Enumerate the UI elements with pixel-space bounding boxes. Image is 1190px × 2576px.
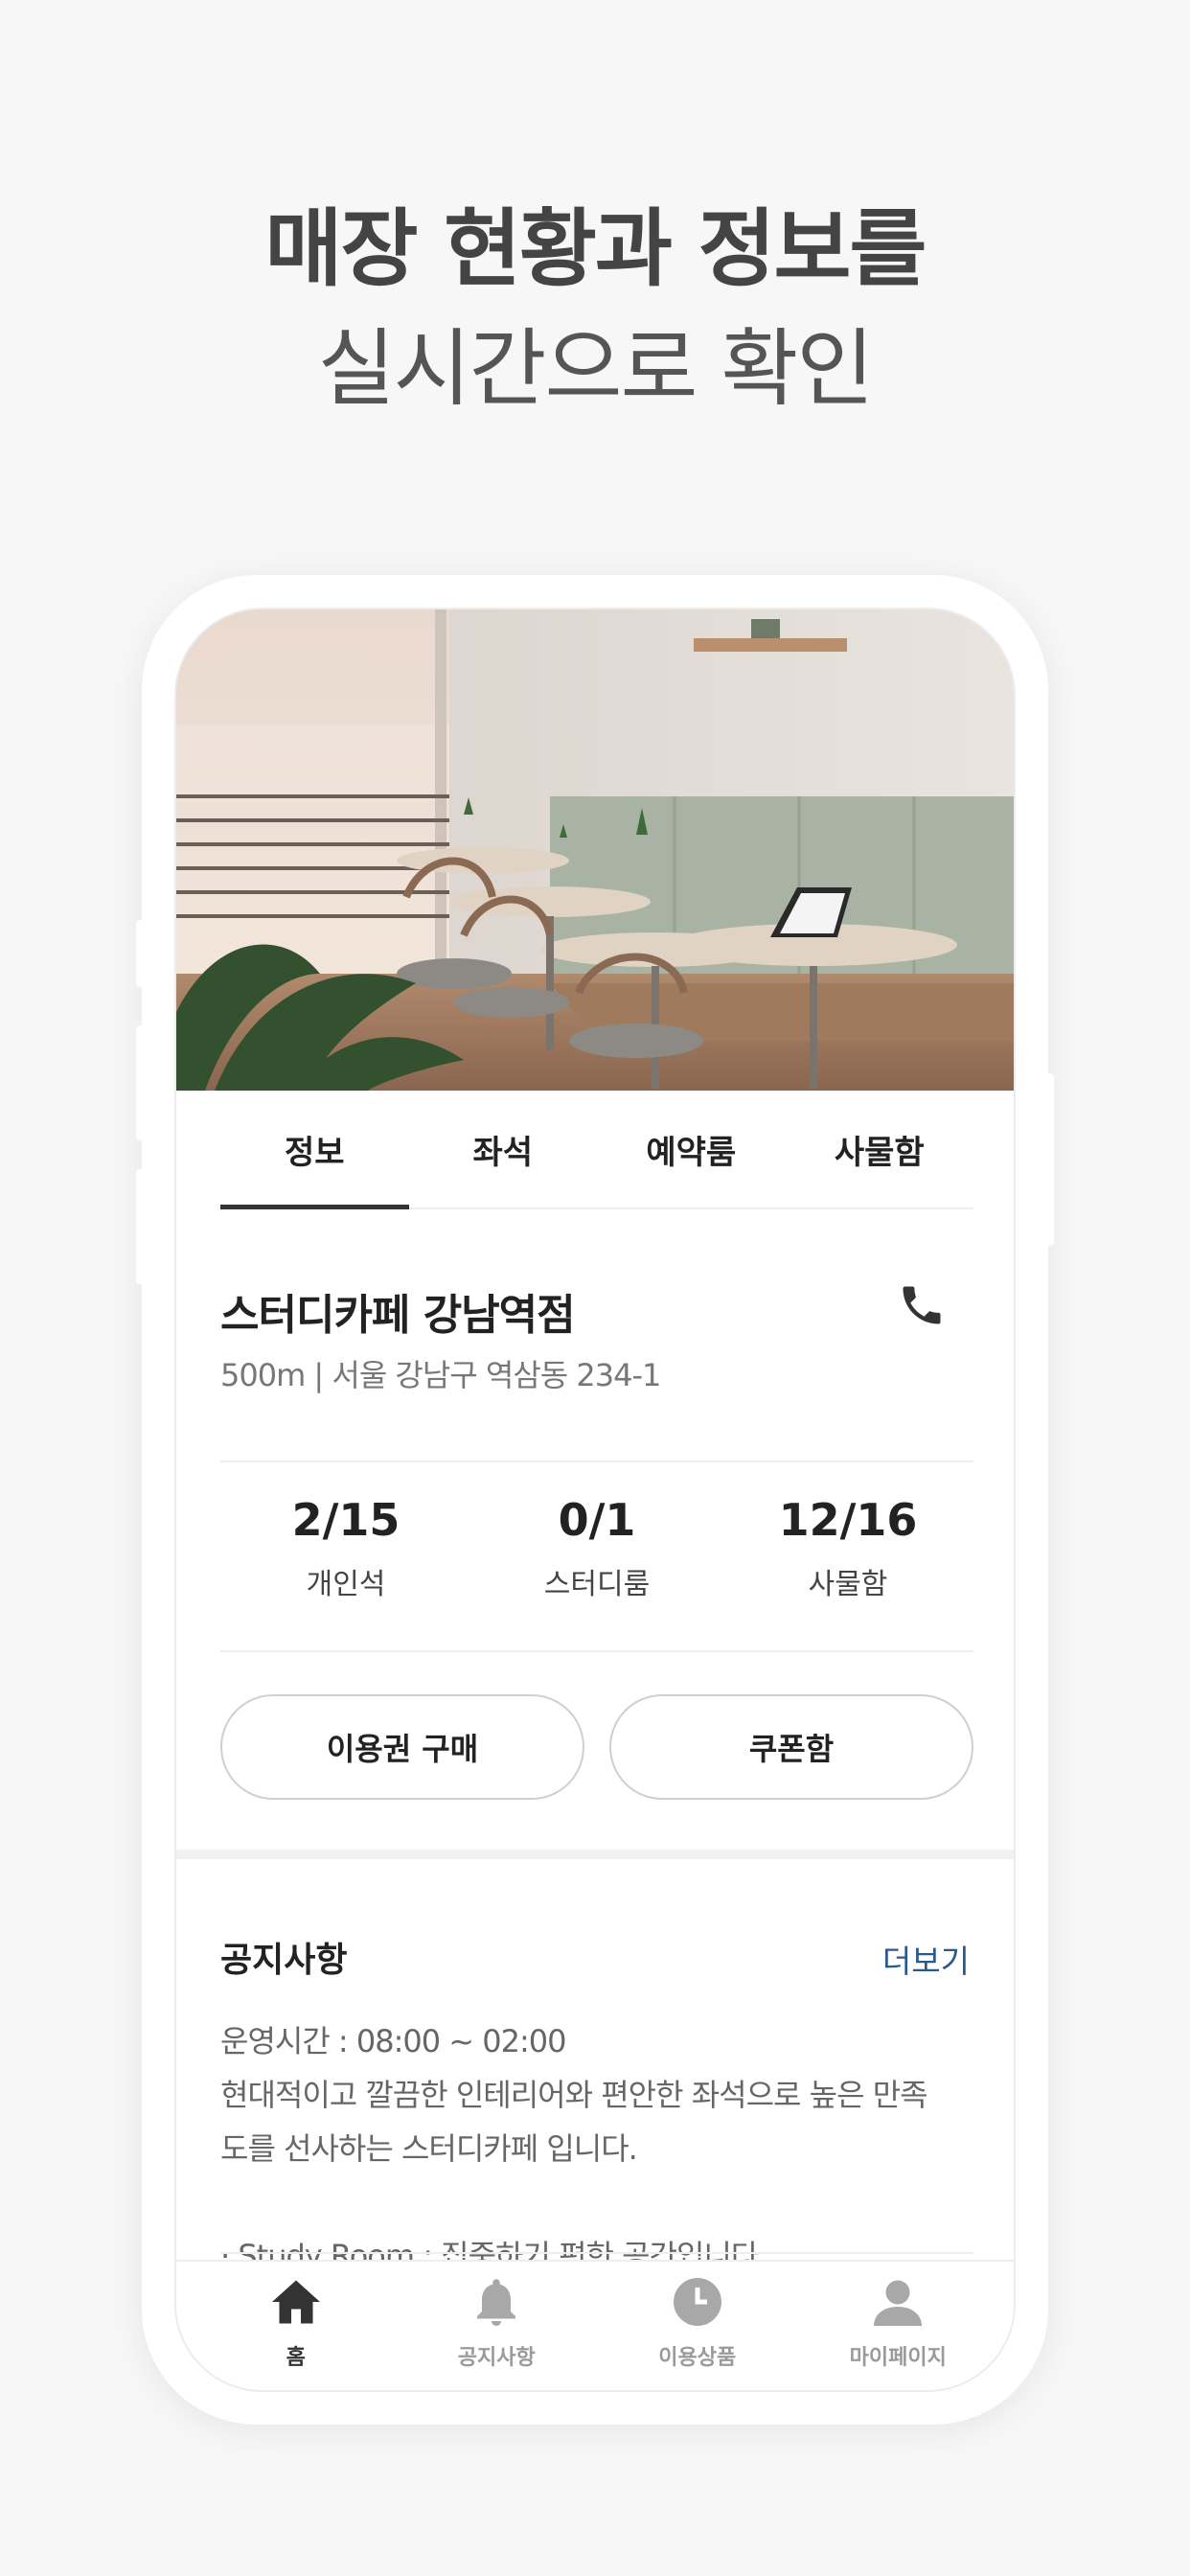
store-name: 스터디카페 강남역점 (220, 1291, 576, 1340)
phone-side-button (136, 920, 144, 987)
clock-icon (673, 2278, 721, 2326)
phone-side-button (1046, 1073, 1054, 1246)
phone-icon[interactable] (897, 1280, 947, 1330)
stat-study-room: 0/1 스터디룸 (471, 1491, 722, 1602)
phone-side-button (136, 1169, 144, 1284)
nav-label: 이용상품 (658, 2346, 737, 2370)
nav-label: 공지사항 (457, 2346, 536, 2370)
home-icon (271, 2280, 320, 2324)
nav-mypage[interactable]: 마이페이지 (798, 2262, 999, 2382)
bottom-navigation: 홈 공지사항 이용상품 마이페이지 (176, 2260, 1014, 2390)
tab-reservation-room[interactable]: 예약룸 (597, 1091, 786, 1208)
tab-info[interactable]: 정보 (220, 1091, 409, 1209)
notice-more-link[interactable]: 더보기 (882, 1936, 970, 1982)
nav-label: 홈 (286, 2346, 306, 2370)
store-address: 500m | 서울 강남구 역삼동 234-1 (220, 1357, 661, 1393)
stat-label: 개인석 (306, 1568, 386, 1601)
app-screen: 정보 좌석 예약룸 사물함 스터디카페 강남역점 500m | 서울 강남구 역… (174, 608, 1016, 2392)
notice-line: 운영시간 : 08:00 ~ 02:00 (220, 2023, 566, 2059)
store-hero-image (176, 610, 1014, 1091)
section-separator (176, 1850, 1014, 1859)
availability-stats: 2/15 개인석 0/1 스터디룸 12/16 사물함 (220, 1491, 973, 1602)
phone-mockup: 정보 좌석 예약룸 사물함 스터디카페 강남역점 500m | 서울 강남구 역… (136, 575, 1054, 2425)
notice-line: 도를 선사하는 스터디카페 입니다. (220, 2130, 638, 2167)
nav-label: 마이페이지 (849, 2346, 947, 2370)
notice-body: 운영시간 : 08:00 ~ 02:00 현대적이고 깔끔한 인테리어와 편안한… (220, 2014, 973, 2283)
nav-notice[interactable]: 공지사항 (397, 2262, 598, 2382)
tab-locker[interactable]: 사물함 (786, 1091, 974, 1208)
stat-value: 2/15 (291, 1494, 400, 1546)
tab-seats[interactable]: 좌석 (409, 1091, 598, 1208)
headline-line-2: 실시간으로 확인 (317, 319, 875, 418)
stat-label: 스터디룸 (543, 1568, 651, 1601)
user-icon (874, 2280, 923, 2326)
stat-value: 0/1 (558, 1494, 636, 1546)
notice-line: 현대적이고 깔끔한 인테리어와 편안한 좌석으로 높은 만족 (220, 2077, 928, 2113)
nav-home[interactable]: 홈 (195, 2262, 397, 2382)
nav-products[interactable]: 이용상품 (597, 2262, 798, 2382)
headline: 매장 현황과 정보를 실시간으로 확인 (0, 192, 1190, 431)
store-tabs: 정보 좌석 예약룸 사물함 (220, 1091, 973, 1209)
notice-line-blank (220, 2175, 973, 2229)
divider (220, 2252, 973, 2254)
divider (220, 1460, 973, 1462)
headline-line-1: 매장 현황과 정보를 (264, 199, 927, 298)
bell-icon (477, 2279, 516, 2326)
action-buttons: 이용권 구매 쿠폰함 (220, 1694, 973, 1800)
divider (220, 1650, 973, 1652)
coupon-button[interactable]: 쿠폰함 (609, 1694, 973, 1800)
phone-side-button (136, 1025, 144, 1140)
stat-locker: 12/16 사물함 (722, 1491, 973, 1602)
notice-title: 공지사항 (220, 1941, 348, 1980)
stat-value: 12/16 (778, 1494, 918, 1546)
stat-label: 사물함 (808, 1568, 888, 1601)
buy-pass-button[interactable]: 이용권 구매 (220, 1694, 584, 1800)
stat-personal-seat: 2/15 개인석 (220, 1491, 471, 1602)
